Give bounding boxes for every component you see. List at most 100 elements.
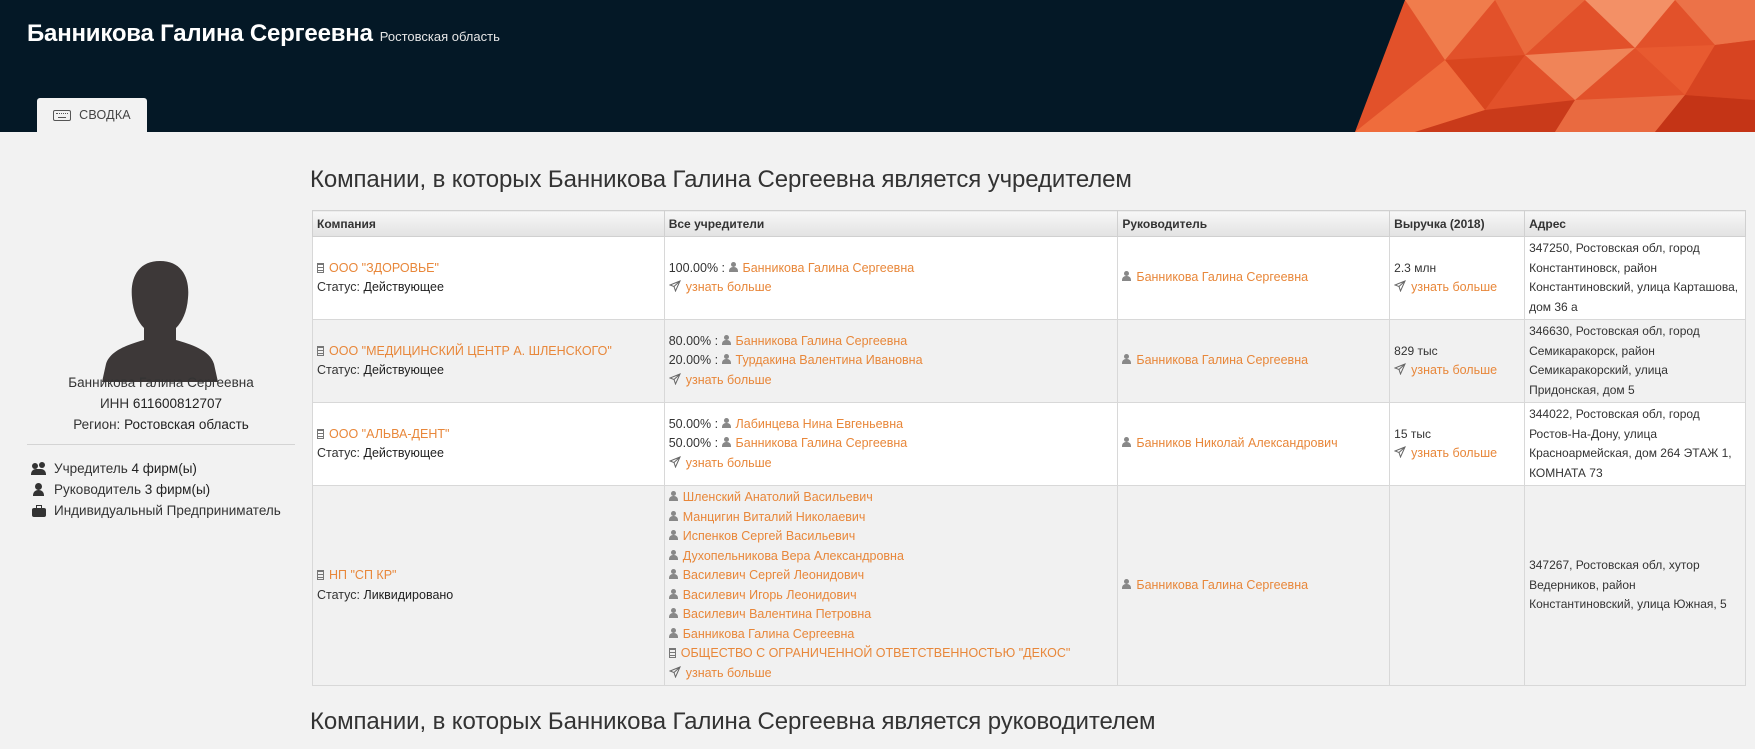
founder-share: 80.00% : [668,333,719,348]
person-icon [721,417,731,429]
person-card-info: Банникова Галина Сергеевна ИНН 611600812… [27,372,295,435]
address-cell: 347267, Ростовская обл, хутор Ведерников… [1524,485,1746,686]
more-link[interactable]: узнать больше [686,373,772,387]
person-icon [1122,578,1132,590]
person-icon [668,491,678,502]
role-director-label: Руководитель [54,482,141,497]
inn-value: 611600812707 [132,396,223,411]
revenue-cell: 829 тыс узнать больше [1389,319,1526,403]
company-cell: ООО "МЕДИЦИНСКИЙ ЦЕНТР А. ШЛЕНСКОГО" Ста… [312,319,665,403]
role-founder-label: Учредитель [54,461,128,476]
tab-summary[interactable]: СВОДКА [37,98,147,132]
founder-link[interactable]: Банникова Галина Сергеевна [743,261,915,275]
col-address[interactable]: Адрес [1524,210,1746,237]
send-icon [668,280,681,292]
company-link[interactable]: ООО "АЛЬВА-ДЕНТ" [329,427,449,441]
status-label: Статус: [317,280,360,294]
inn-line: ИНН 611600812707 [27,393,295,414]
founder-share: 50.00% : [668,416,719,431]
send-icon [1394,280,1407,292]
more-link[interactable]: узнать больше [686,456,772,470]
send-icon [1394,446,1407,458]
founder-link[interactable]: Василевич Игорь Леонидович [683,588,857,602]
founder-link[interactable]: Василевич Валентина Петровна [683,607,872,621]
col-director[interactable]: Руководитель [1117,210,1391,237]
address-cell: 346630, Ростовская обл, город Семикарако… [1524,319,1746,403]
table-row: ООО "АЛЬВА-ДЕНТ" Статус: Действующее 50.… [312,402,1746,486]
director-link[interactable]: Банникова Галина Сергеевна [1136,270,1308,284]
director-link[interactable]: Банникова Галина Сергеевна [1136,353,1308,367]
sidebar-divider [27,444,295,445]
page-title: Банникова Галина Сергеевна [27,20,373,47]
founder-link[interactable]: Турдакина Валентина Ивановна [736,353,923,367]
region-value: Ростовская область [124,417,249,432]
revenue-value: 2.3 млн [1394,260,1437,275]
company-cell: ООО "АЛЬВА-ДЕНТ" Статус: Действующее [312,402,665,486]
building-icon [317,262,324,273]
revenue-cell [1389,485,1526,686]
send-icon [668,372,681,385]
sidebar: Банникова Галина Сергеевна ИНН 611600812… [27,132,295,732]
person-icon [668,530,678,541]
founder-link[interactable]: Банникова Галина Сергеевна [683,627,855,641]
send-icon [668,455,681,468]
more-link[interactable]: узнать больше [1411,363,1497,377]
col-founders[interactable]: Все учредители [663,210,1119,237]
role-founder[interactable]: Учредитель 4 фирм(ы) [31,458,281,479]
inn-label: ИНН [99,396,130,411]
founder-link[interactable]: Банникова Галина Сергеевна [736,436,908,450]
person-icon [728,261,738,273]
more-link[interactable]: узнать больше [686,666,772,680]
founder-link[interactable]: Банникова Галина Сергеевна [736,334,908,348]
person-icon [668,608,678,619]
company-link[interactable]: ООО "МЕДИЦИНСКИЙ ЦЕНТР А. ШЛЕНСКОГО" [329,344,612,358]
status-value: Ликвидировано [363,587,454,602]
director-link[interactable]: Банников Николай Александрович [1136,436,1337,450]
building-icon [668,648,676,658]
role-entrepreneur[interactable]: Индивидуальный Предприниматель [31,500,281,521]
sidebar-person-name: Банникова Галина Сергеевна [68,375,254,390]
status-value: Действующее [363,363,444,377]
founder-link[interactable]: Испенков Сергей Васильевич [683,529,856,543]
users-icon [31,462,47,476]
person-icon [1122,437,1132,448]
col-company[interactable]: Компания [312,210,665,237]
founder-link[interactable]: Лабинцева Нина Евгеньевна [736,417,904,431]
revenue-value: 15 тыс [1394,426,1431,441]
person-icon [668,510,678,522]
more-link[interactable]: узнать больше [686,280,772,294]
company-link[interactable]: НП "СП КР" [329,568,396,582]
revenue-cell: 15 тыс узнать больше [1389,402,1526,486]
header-decoration [1355,0,1755,132]
role-director[interactable]: Руководитель 3 фирм(ы) [31,479,281,500]
founder-org-link[interactable]: ОБЩЕСТВО С ОГРАНИЧЕННОЙ ОТВЕТСТВЕННОСТЬЮ… [681,646,1071,660]
person-icon [1122,271,1132,282]
founder-link[interactable]: Василевич Сергей Леонидович [683,568,864,582]
table-row: ООО "ЗДОРОВЬЕ" Статус: Действующее 100.0… [312,236,1746,320]
founder-link[interactable]: Шленский Анатолий Васильевич [683,490,873,504]
company-link[interactable]: ООО "ЗДОРОВЬЕ" [329,261,439,275]
send-icon [668,665,681,678]
director-cell: Банникова Галина Сергеевна [1117,485,1391,686]
founder-share: 100.00% : [668,260,726,275]
companies-table: Компания Все учредители Руководитель Выр… [312,210,1746,686]
building-icon [317,428,324,439]
more-link[interactable]: узнать больше [1411,280,1497,294]
region-line: Регион: Ростовская область [27,414,295,435]
person-icon [721,437,731,448]
director-link[interactable]: Банникова Галина Сергеевна [1136,578,1308,592]
region-label: Регион: [73,417,121,432]
status-value: Действующее [363,280,444,294]
more-link[interactable]: узнать больше [1411,446,1497,460]
person-icon [668,549,678,561]
founder-link[interactable]: Духопельникова Вера Александровна [683,549,904,563]
founder-link[interactable]: Манцигин Виталий Николаевич [683,510,866,524]
page-header: Банникова Галина Сергеевна Ростовская об… [0,0,1755,132]
address-cell: 344022, Ростовская обл, город Ростов-На-… [1524,402,1746,486]
founder-share: 20.00% : [668,353,719,368]
tab-summary-label: СВОДКА [79,108,131,122]
founders-cell: Шленский Анатолий Васильевич Манцигин Ви… [663,485,1119,686]
region-subtitle: Ростовская область [379,29,500,44]
person-icon [721,354,731,365]
col-revenue[interactable]: Выручка (2018) [1389,210,1526,237]
